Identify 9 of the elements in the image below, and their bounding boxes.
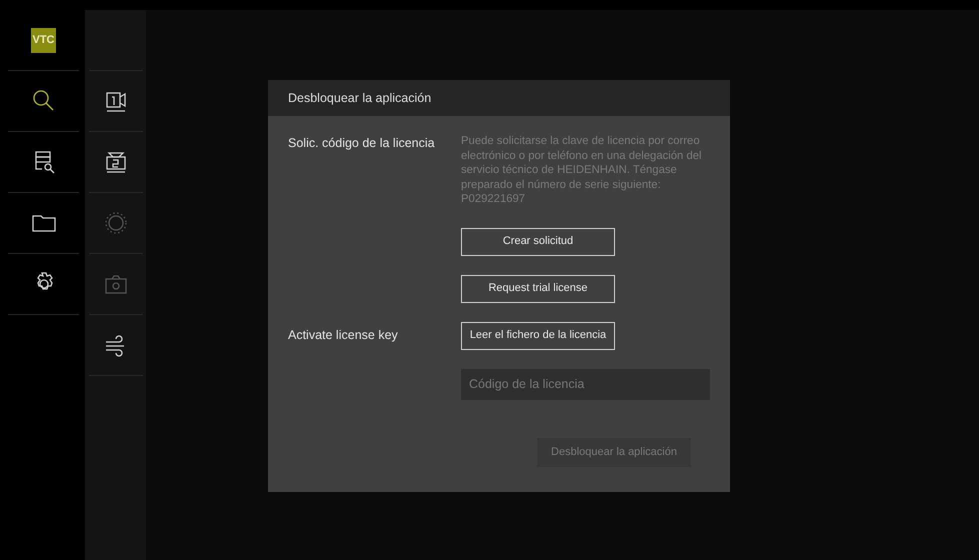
logo: VTC [31,28,56,52]
read-file-button[interactable]: Leer el fichero de la licencia [461,322,615,350]
field-label: Solic. código de la licencia [288,135,436,152]
request-button[interactable]: Crear solicitud [461,228,615,256]
field-label: Activate license key [288,327,399,344]
request-button[interactable]: Request trial license [461,274,615,302]
license-code-field[interactable]: Código de la licencia [461,368,710,400]
info-text: Puede solicitarse la clave de licencia por correo electrónico o por teléfono en una delegación del servicio técnico de HEIDENHAIN. Téngase preparado el número de serie siguiente: P029221697 [461,134,703,206]
dialog-title: Desbloquear la aplicación [288,90,432,107]
